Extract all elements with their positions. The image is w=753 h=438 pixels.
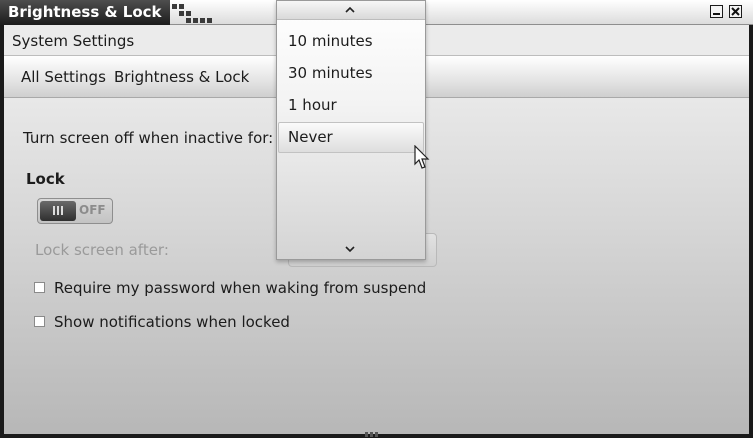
show-notifications-label[interactable]: Show notifications when locked bbox=[54, 313, 290, 331]
toggle-state-label: OFF bbox=[79, 203, 106, 217]
window-title: Brightness & Lock bbox=[0, 0, 170, 25]
option-never[interactable]: Never bbox=[278, 122, 424, 153]
breadcrumb-brightness-lock[interactable]: Brightness & Lock bbox=[114, 68, 249, 86]
screen-off-dropdown-menu: 10 minutes 30 minutes 1 hour Never bbox=[276, 0, 426, 260]
minimize-button[interactable] bbox=[710, 5, 723, 18]
lock-toggle[interactable]: OFF bbox=[37, 198, 113, 224]
show-notifications-checkbox[interactable] bbox=[34, 316, 45, 327]
mouse-pointer-icon bbox=[414, 145, 430, 169]
title-grip-icon bbox=[170, 0, 214, 25]
menu-system-settings[interactable]: System Settings bbox=[12, 32, 134, 50]
lock-heading: Lock bbox=[26, 170, 65, 188]
close-button[interactable] bbox=[729, 5, 742, 18]
toggle-knob[interactable] bbox=[40, 201, 76, 221]
option-10-minutes[interactable]: 10 minutes bbox=[277, 26, 425, 57]
require-password-label[interactable]: Require my password when waking from sus… bbox=[54, 279, 426, 297]
scroll-up-button[interactable] bbox=[277, 1, 425, 20]
settings-window: Brightness & Lock System Settings All Se… bbox=[0, 0, 753, 438]
require-password-checkbox[interactable] bbox=[34, 282, 45, 293]
breadcrumb-all-settings[interactable]: All Settings bbox=[21, 68, 106, 86]
close-icon bbox=[731, 7, 740, 16]
screen-off-label: Turn screen off when inactive for: bbox=[23, 129, 274, 147]
lock-after-label: Lock screen after: bbox=[35, 241, 169, 259]
chevron-up-icon bbox=[345, 6, 355, 13]
resize-grip-icon[interactable] bbox=[365, 432, 383, 438]
option-30-minutes[interactable]: 30 minutes bbox=[277, 58, 425, 89]
chevron-down-icon bbox=[345, 246, 355, 253]
option-1-hour[interactable]: 1 hour bbox=[277, 90, 425, 121]
scroll-down-button[interactable] bbox=[277, 241, 425, 259]
